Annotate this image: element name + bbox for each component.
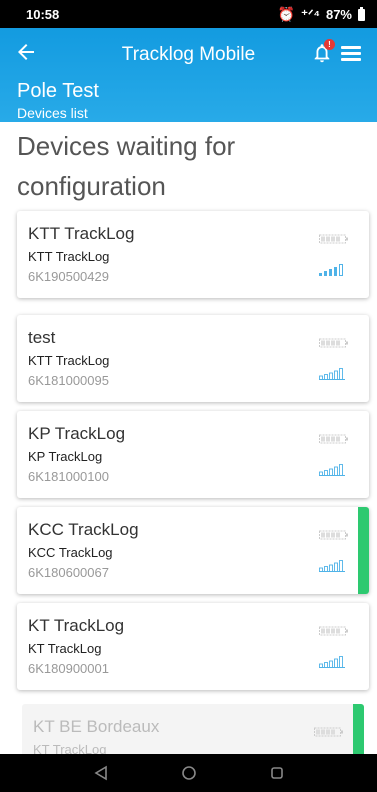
menu-button[interactable] [341,46,361,62]
status-time: 10:58 [26,7,60,22]
battery-percent: 87% [325,7,352,22]
device-name: KTT TrackLog [28,224,135,243]
page-heading: Devices waiting for configuration [17,131,236,201]
circle-home-icon [181,766,196,780]
device-serial: 6K180600067 [28,565,109,580]
device-serial: 6K180900001 [28,661,109,676]
page-subtitle: Devices list [17,105,88,121]
signal-empty-icon [319,463,347,481]
battery-icon [319,623,349,641]
status-icons: ⏰ ⁺ᐟ⁴ 87% [278,6,365,23]
device-name: KT BE Bordeaux [33,717,160,736]
signal-empty-icon [319,559,347,577]
square-recents-icon [270,767,283,779]
device-model: KCC TrackLog [28,545,113,560]
device-model: KP TrackLog [28,449,103,464]
device-card[interactable]: KT TrackLog KT TrackLog 6K180900001 [17,603,369,690]
status-bar: 10:58 ⏰ ⁺ᐟ⁴ 87% [0,0,377,28]
android-nav-bar [0,754,377,792]
battery-icon [319,431,349,449]
nav-back-button[interactable] [91,763,111,783]
signal-empty-icon [319,367,347,385]
device-name: KCC TrackLog [28,520,139,539]
device-name: KP TrackLog [28,424,126,443]
notifications-button[interactable]: ! [311,39,335,64]
device-name: KT TrackLog [28,616,125,635]
device-serial: 6K181000100 [28,469,109,484]
project-name: Pole Test [17,80,99,102]
battery-icon [319,335,349,353]
alarm-clock-icon: ⏰ [277,6,296,22]
signal-bars-icon [319,263,347,281]
triangle-back-icon [93,765,107,781]
device-card[interactable]: KP TrackLog KP TrackLog 6K181000100 [17,411,369,498]
signal-empty-icon [319,655,347,673]
device-serial: 6K190500429 [28,269,109,284]
battery-icon [319,527,349,545]
battery-icon [314,724,344,742]
notification-badge: ! [324,39,335,50]
status-accent-bar [358,507,369,594]
device-card[interactable]: KCC TrackLog KCC TrackLog 6K180600067 [17,507,369,594]
device-card[interactable]: test KTT TrackLog 6K181000095 [17,315,369,402]
battery-icon [319,231,349,249]
battery-icon [358,6,365,21]
device-model: KTT TrackLog [28,353,110,368]
app-header: Tracklog Mobile ! Pole Test Devices list [0,28,377,122]
device-serial: 6K181000095 [28,373,109,388]
nav-home-button[interactable] [179,763,199,783]
hamburger-icon [341,46,361,49]
nav-recents-button[interactable] [267,763,287,783]
cell-signal-icon: ⁺ᐟ⁴ [301,6,320,22]
device-model: KTT TrackLog [28,249,110,264]
device-model: KT TrackLog [28,641,102,656]
device-card[interactable]: KTT TrackLog KTT TrackLog 6K190500429 [17,211,369,298]
device-name: test [28,328,56,347]
